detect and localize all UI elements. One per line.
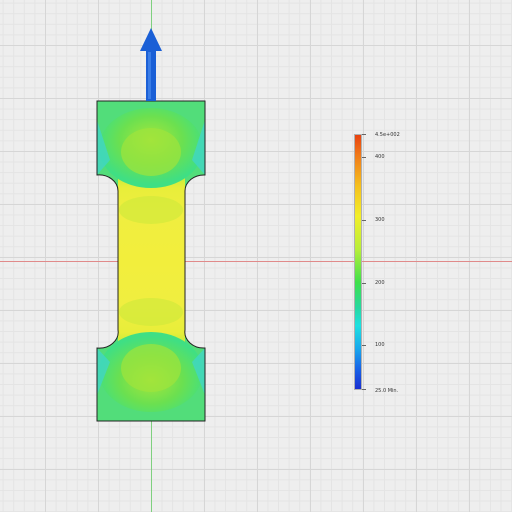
- arrow-up-icon[interactable]: [140, 28, 162, 101]
- legend-label-max: 4.5e+002: [375, 132, 400, 138]
- legend-tick: [362, 157, 366, 158]
- legend-tick: [362, 389, 366, 390]
- legend-label-300: 300: [375, 217, 385, 223]
- legend-color-bar: [354, 134, 362, 390]
- legend-label-100: 100: [375, 342, 385, 348]
- legend-tick: [362, 283, 366, 284]
- legend-label-min: 25.0 Min.: [375, 388, 399, 394]
- legend-label-200: 200: [375, 280, 385, 286]
- stress-plot-canvas: [96, 28, 206, 422]
- model-viewport[interactable]: 4.5e+002 400 300 200 100 25.0 Min.: [0, 0, 512, 512]
- specimen-fill: [97, 101, 205, 421]
- legend-label-400: 400: [375, 154, 385, 160]
- legend-tick: [362, 134, 366, 135]
- legend-tick: [362, 220, 366, 221]
- legend-tick: [362, 345, 366, 346]
- color-legend: 4.5e+002 400 300 200 100 25.0 Min.: [354, 132, 414, 395]
